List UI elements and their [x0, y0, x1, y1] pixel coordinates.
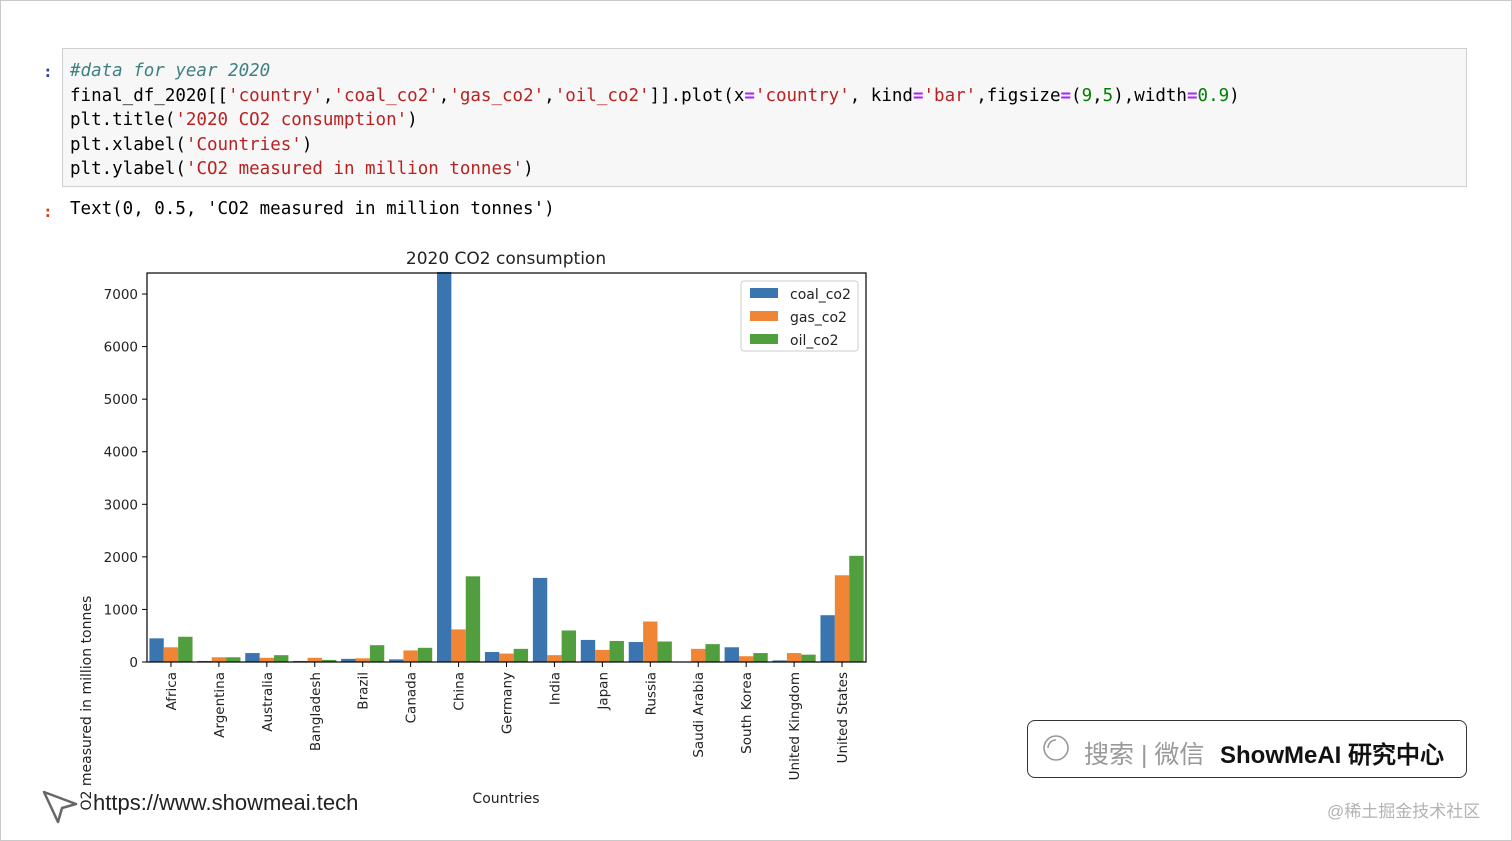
bar-oil_co2 — [274, 655, 289, 662]
bar-oil_co2 — [753, 653, 768, 662]
watermark: @稀土掘金技术社区 — [1327, 802, 1481, 821]
x-tick-label: Japan — [595, 672, 611, 711]
y-tick-label: 5000 — [104, 392, 138, 408]
bar-gas_co2 — [259, 657, 275, 662]
bar-gas_co2 — [643, 621, 658, 662]
legend-label: coal_co2 — [790, 287, 851, 303]
chart-title: 2020 CO2 consumption — [406, 249, 606, 269]
bar-oil_co2 — [226, 657, 241, 662]
bar-oil_co2 — [561, 630, 577, 662]
bar-gas_co2 — [451, 629, 466, 662]
y-tick-label: 4000 — [104, 445, 138, 461]
y-axis: 0 1000 2000 3000 4000 5000 6000 7000 — [104, 287, 147, 671]
code-line-5: plt.ylabel('CO2 measured in million tonn… — [70, 159, 534, 179]
bar-coal_co2 — [436, 271, 452, 662]
bar-oil_co2 — [417, 647, 433, 662]
bar-oil_co2 — [369, 645, 385, 662]
legend-swatch — [750, 311, 778, 321]
input-prompt: : — [43, 62, 53, 81]
bar-gas_co2 — [834, 575, 850, 662]
bar-gas_co2 — [211, 657, 227, 662]
code-line-4: plt.xlabel('Countries') — [70, 134, 313, 155]
bar-oil_co2 — [513, 648, 529, 662]
bar-gas_co2 — [307, 657, 322, 662]
code-line-1: #data for year 2020 — [70, 61, 271, 81]
brand-name: ShowMeAI 研究中心 — [1220, 742, 1445, 769]
x-tick-label: Canada — [404, 672, 420, 723]
x-tick-label: Australia — [260, 672, 276, 732]
brand-search-box[interactable]: 搜索 | 微信 ShowMeAI 研究中心 — [1027, 720, 1467, 778]
bar-coal_co2 — [484, 652, 500, 662]
x-tick-label: United Kingdom — [787, 672, 803, 780]
code-line-3: plt.title('2020 CO2 consumption') — [70, 110, 418, 130]
bar-gas_co2 — [403, 650, 418, 662]
x-tick-label: Africa — [164, 672, 180, 711]
bar-coal_co2 — [724, 647, 739, 662]
x-axis: Africa Argentina Australia Bangladesh Brazil… — [164, 662, 851, 780]
bar-oil_co2 — [609, 640, 624, 662]
brand-search-text: 搜索 | 微信 — [1084, 741, 1205, 769]
bar-gas_co2 — [691, 648, 706, 662]
bar-oil_co2 — [705, 644, 720, 662]
bar-gas_co2 — [499, 653, 514, 662]
bar-coal_co2 — [820, 615, 835, 662]
code-cell[interactable]: #data for year 2020 final_df_2020[['coun… — [62, 48, 1467, 187]
bar-oil_co2 — [801, 654, 816, 662]
bar-chart: 2020 CO2 consumption CO2 measured in mil… — [79, 249, 867, 810]
x-tick-label: India — [547, 672, 563, 705]
x-tick-label: China — [452, 672, 468, 711]
search-icon — [1043, 735, 1069, 761]
bar-oil_co2 — [465, 576, 481, 662]
y-tick-label: 0 — [129, 655, 138, 671]
legend: coal_co2 gas_co2 oil_co2 — [740, 280, 859, 352]
legend-swatch — [750, 288, 778, 298]
y-tick-label: 3000 — [104, 497, 138, 513]
y-tick-label: 2000 — [104, 550, 138, 566]
y-tick-label: 6000 — [104, 340, 138, 356]
bar-coal_co2 — [245, 653, 260, 662]
x-tick-label: Brazil — [356, 672, 372, 710]
legend-label: gas_co2 — [790, 310, 847, 326]
x-tick-label: Bangladesh — [308, 672, 324, 751]
bar-oil_co2 — [178, 636, 193, 662]
x-tick-label: Germany — [500, 672, 516, 734]
bar-gas_co2 — [163, 647, 179, 662]
output-text: Text(0, 0.5, 'CO2 measured in million to… — [70, 199, 555, 219]
bar-gas_co2 — [738, 656, 754, 662]
bar-coal_co2 — [580, 639, 596, 662]
bar-coal_co2 — [149, 638, 164, 662]
site-url[interactable]: https://www.showmeai.tech — [93, 790, 358, 816]
legend-label: oil_co2 — [790, 333, 839, 349]
x-tick-label: Argentina — [212, 672, 228, 738]
code-line-2: final_df_2020[['country','coal_co2','gas… — [70, 85, 1240, 106]
cursor-icon — [42, 790, 78, 824]
bar-gas_co2 — [595, 649, 610, 662]
bar-gas_co2 — [547, 655, 562, 662]
output-prompt: : — [43, 202, 53, 221]
x-tick-label: United States — [835, 672, 851, 763]
legend-swatch — [750, 334, 778, 344]
y-axis-label: CO2 measured in million tonnes — [79, 596, 95, 810]
bar-gas_co2 — [786, 653, 802, 662]
code-block[interactable]: #data for year 2020 final_df_2020[['coun… — [70, 59, 1240, 182]
y-tick-label: 1000 — [104, 602, 138, 618]
x-tick-label: South Korea — [739, 672, 755, 754]
bar-oil_co2 — [657, 641, 672, 662]
y-tick-label: 7000 — [104, 287, 138, 303]
x-tick-label: Russia — [643, 672, 659, 715]
bar-coal_co2 — [628, 642, 644, 662]
x-axis-label: Countries — [472, 791, 539, 807]
bar-oil_co2 — [849, 555, 864, 662]
bar-coal_co2 — [532, 577, 548, 662]
x-tick-label: Saudi Arabia — [691, 672, 707, 758]
